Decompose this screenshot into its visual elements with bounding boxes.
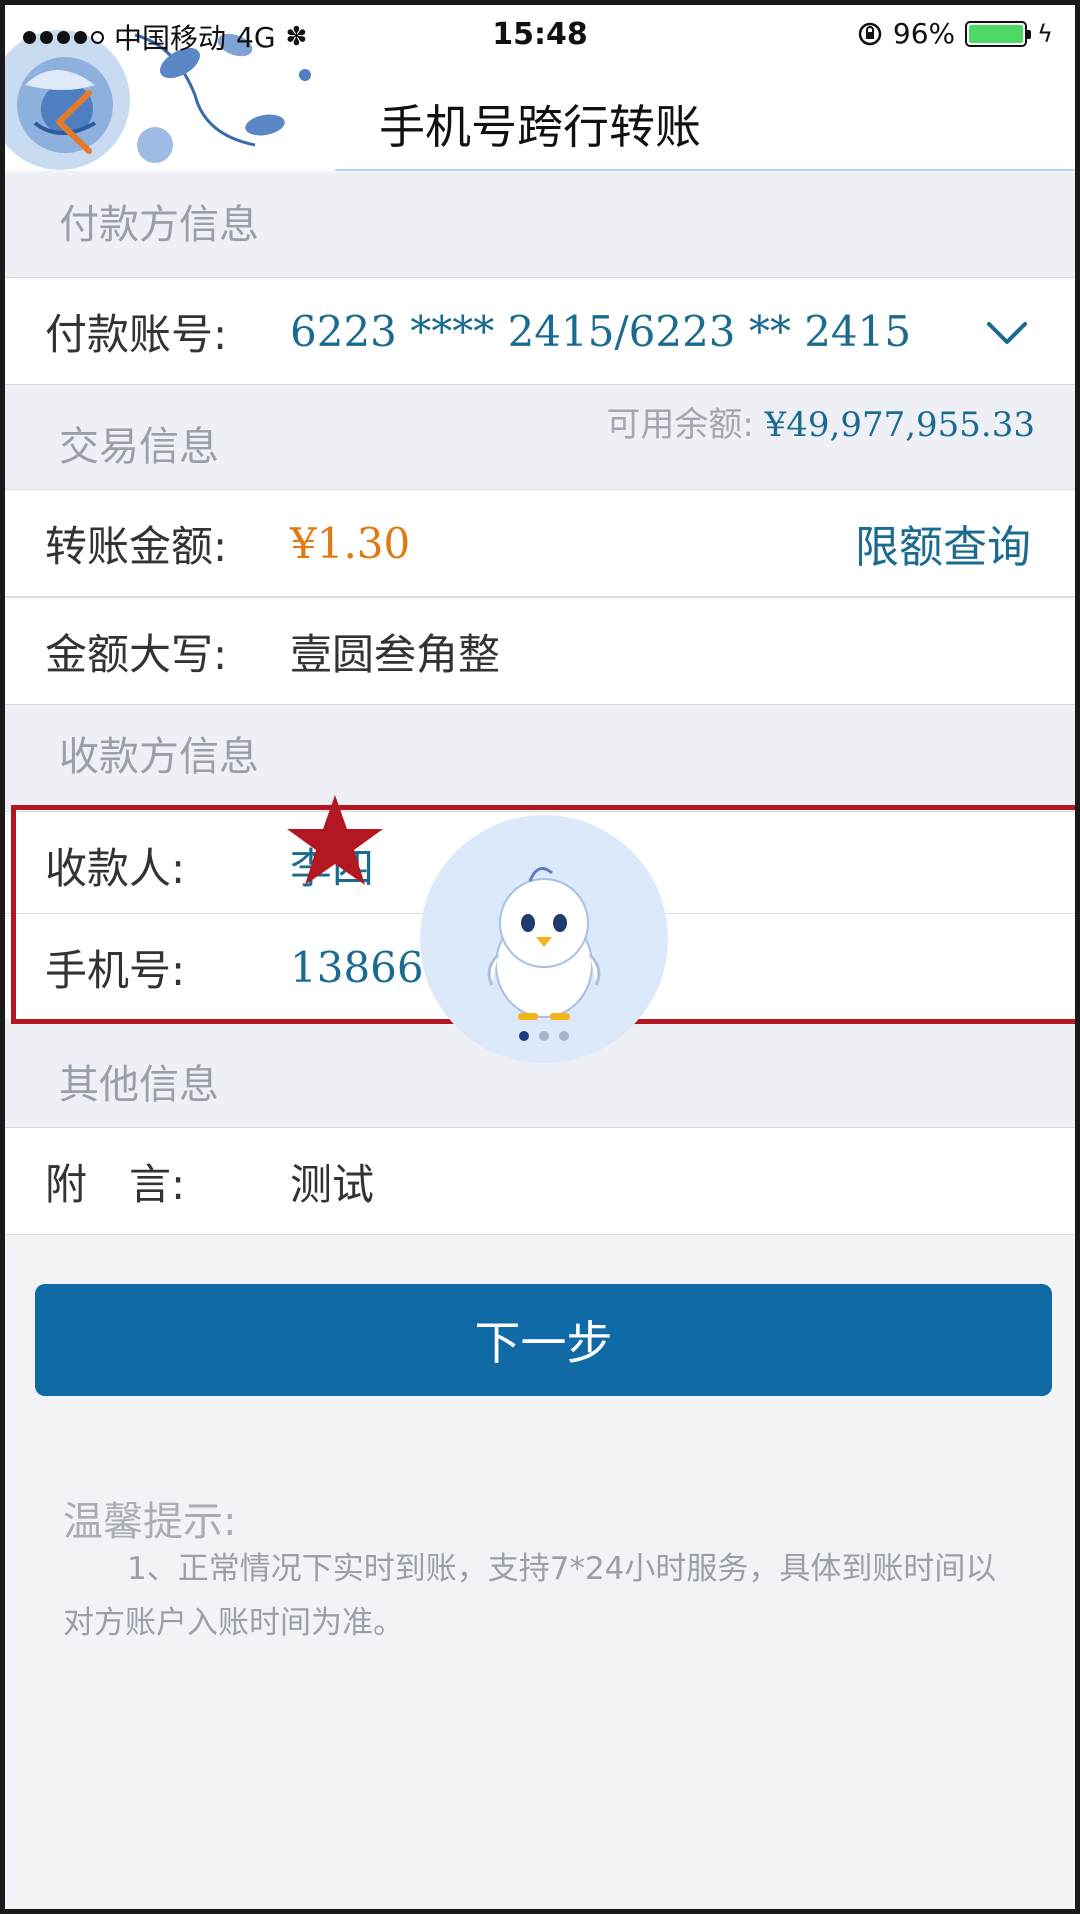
battery-icon — [965, 20, 1032, 47]
available-balance-value: ¥49,977,955.33 — [764, 405, 1035, 445]
chevron-down-icon[interactable] — [985, 314, 1029, 350]
payer-section-title: 付款方信息 — [5, 173, 1075, 277]
page-title: 手机号跨行转账 — [379, 100, 701, 154]
available-balance-label: 可用余额: — [606, 405, 754, 445]
status-right: 96% ϟ — [857, 17, 1053, 50]
red-star-icon — [287, 795, 383, 885]
amount-uppercase-row: 金额大写: 壹圆叁角整 — [5, 597, 1075, 705]
next-step-button[interactable]: 下一步 — [35, 1284, 1052, 1396]
available-balance: 可用余额: ¥49,977,955.33 — [606, 397, 1035, 446]
transfer-amount-value: ¥1.30 — [290, 518, 411, 568]
note-row[interactable]: 附 言: 测试 — [5, 1127, 1075, 1235]
bird-mascot-icon — [487, 867, 601, 1020]
orientation-lock-icon — [858, 22, 882, 45]
transfer-amount-label: 转账金额: — [45, 521, 228, 571]
amount-uppercase-value: 壹圆叁角整 — [290, 629, 501, 679]
assistant-bird-bubble[interactable] — [420, 815, 668, 1063]
transfer-amount-row[interactable]: 转账金额: ¥1.30 限额查询 — [5, 489, 1075, 597]
status-bar: 中国移动 4G ✽ 15:48 96% ϟ — [5, 5, 1075, 67]
battery-percent: 96% — [892, 17, 956, 50]
note-value: 测试 — [290, 1159, 375, 1209]
app-screen: 手机号跨行转账 中国移动 4G ✽ 15:48 96% ϟ 付款方信息 付款账号… — [0, 0, 1080, 1914]
tips-body: 1、正常情况下实时到账，支持7*24小时服务，具体到账时间以对方账户入账时间为准… — [63, 1551, 997, 1641]
amount-uppercase-label: 金额大写: — [45, 629, 228, 679]
bubble-page-indicator — [519, 1031, 569, 1041]
payer-account-row[interactable]: 付款账号: 6223 **** 2415/6223 ** 2415 — [5, 277, 1075, 385]
tips-title: 温馨提示: — [63, 1499, 237, 1545]
payee-section-title: 收款方信息 — [5, 705, 1075, 809]
note-label: 附 言: — [45, 1159, 186, 1209]
charging-icon: ϟ — [1037, 19, 1053, 48]
limit-query-link[interactable]: 限额查询 — [855, 511, 1031, 575]
payer-account-value: 6223 **** 2415/6223 ** 2415 — [290, 306, 912, 356]
payer-account-label: 付款账号: — [45, 309, 228, 359]
